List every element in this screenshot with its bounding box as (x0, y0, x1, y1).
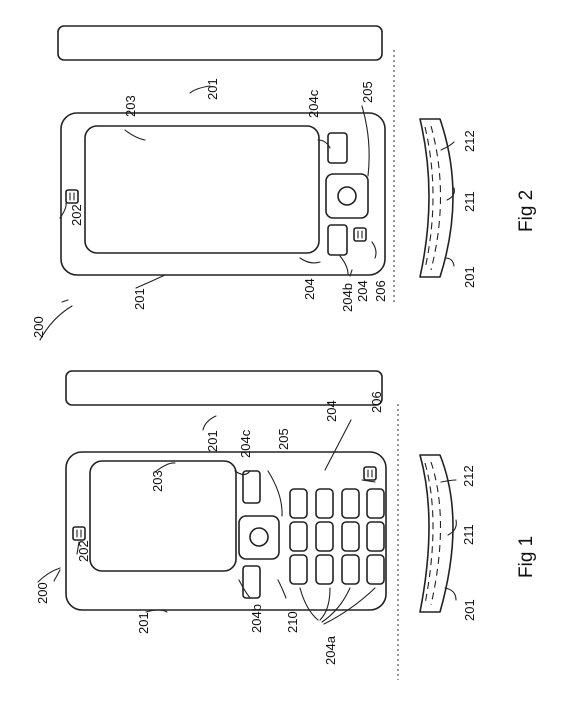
fig1-label-front-cover: 210 (285, 611, 300, 633)
fig2-softkey-right (328, 133, 347, 163)
fig2-label-softkey-right: 204c (306, 89, 321, 118)
fig1: 200 202 201 203 201 204c 205 204 206 204… (35, 371, 537, 680)
fig1-key (290, 555, 307, 584)
fig1-layer-outer (431, 462, 441, 605)
fig1-navigation-key (239, 516, 279, 559)
fig1-key (316, 489, 333, 518)
fig1-key (342, 489, 359, 518)
fig2-label-layer-outer: 211 (462, 191, 477, 212)
fig1-key (367, 489, 384, 518)
fig2-top-side-bar (58, 26, 382, 60)
fig1-label-navigation-key: 205 (276, 428, 291, 450)
fig2-label-layer-inner: 212 (462, 130, 477, 152)
fig2-label-keypad: 204 (355, 280, 370, 302)
fig1-key-grid (290, 489, 384, 584)
fig2-navigation-key (326, 174, 368, 218)
fig1-label-layer-outer: 211 (461, 524, 476, 545)
fig1-key (342, 555, 359, 584)
fig1-label-keypad: 204 (324, 400, 339, 422)
drawing-svg: 200 202 201 203 201 204c 205 204 206 204… (0, 0, 561, 709)
fig2-label-display: 203 (123, 95, 138, 117)
fig1-microphone (364, 467, 376, 480)
fig1-softkey-right (243, 471, 260, 503)
fig2-label-side-view-housing: 201 (462, 266, 477, 288)
fig1-label-microphone: 206 (369, 391, 384, 413)
patent-drawing: 200 202 201 203 201 204c 205 204 206 204… (0, 0, 561, 709)
fig2: 200 202 201 203 201 204c 205 204 204b 20… (31, 26, 537, 340)
fig1-label-side-housing: 201 (205, 430, 220, 452)
fig2-cross-section (420, 119, 453, 277)
fig1-label-device: 200 (35, 582, 50, 604)
fig2-label-navigation-key: 205 (360, 81, 375, 103)
fig1-earpiece (73, 527, 85, 540)
fig1-label-softkey-left: 204b (249, 604, 264, 633)
fig2-label-earpiece: 202 (69, 204, 84, 226)
fig2-label-microphone: 206 (373, 280, 388, 302)
fig1-key (316, 522, 333, 551)
fig1-label-display: 203 (150, 470, 165, 492)
fig2-label-device: 200 (31, 316, 46, 338)
fig1-key (290, 489, 307, 518)
fig1-label-layer-inner: 212 (461, 465, 476, 487)
fig2-microphone (354, 228, 366, 241)
fig1-label-keys: 204a (323, 635, 338, 665)
fig2-label-housing: 201 (132, 288, 147, 310)
fig1-label-earpiece: 202 (76, 540, 91, 562)
fig2-earpiece (66, 190, 78, 203)
fig1-key (367, 555, 384, 584)
fig1-label-softkey-right: 204c (238, 429, 253, 458)
fig2-display (85, 126, 319, 253)
fig1-top-side-bar (66, 371, 382, 405)
fig1-phone-body (66, 452, 386, 610)
fig2-label-side-housing: 201 (205, 78, 220, 100)
fig2-layer-outer (431, 126, 441, 270)
fig1-key (316, 555, 333, 584)
fig2-softkey-left (328, 225, 347, 255)
fig1-navigation-center (250, 528, 268, 546)
fig1-label-housing: 201 (136, 612, 151, 634)
fig2-caption: Fig 2 (516, 190, 537, 232)
fig1-key (367, 522, 384, 551)
fig1-key (342, 522, 359, 551)
fig1-label-side-view-housing: 201 (462, 599, 477, 621)
fig2-label-softkey-left: 204b (340, 283, 355, 312)
fig1-caption: Fig 1 (516, 536, 537, 578)
fig2-phone-body (61, 113, 385, 275)
fig2-label-display-lower: 204 (302, 278, 317, 300)
fig2-navigation-center (338, 187, 356, 205)
fig1-key (290, 522, 307, 551)
fig1-softkey-left (243, 566, 260, 598)
